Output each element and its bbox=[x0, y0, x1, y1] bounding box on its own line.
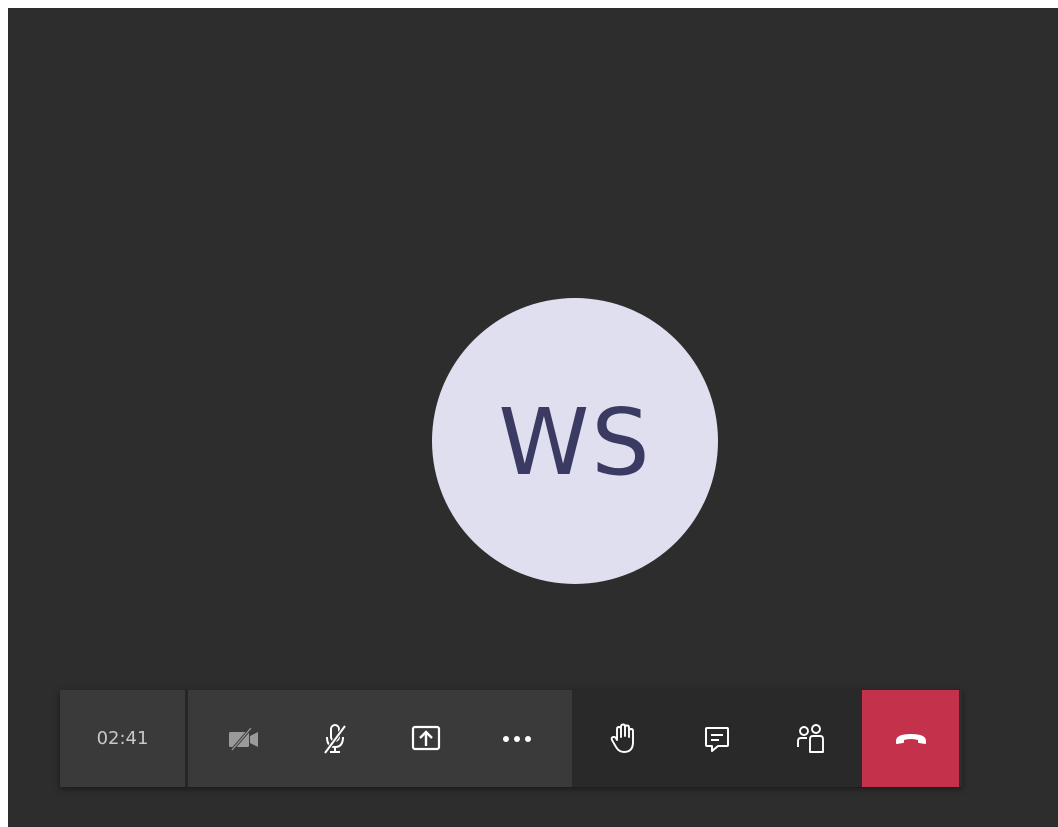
call-stage: WS 02:41 bbox=[8, 8, 1058, 827]
more-options-button[interactable] bbox=[487, 709, 547, 769]
call-timer: 02:41 bbox=[60, 690, 185, 787]
avatar-initials: WS bbox=[498, 389, 652, 496]
chat-button[interactable] bbox=[687, 709, 747, 769]
primary-controls bbox=[188, 690, 572, 787]
secondary-controls bbox=[572, 690, 862, 787]
microphone-toggle-button[interactable] bbox=[305, 709, 365, 769]
call-controls-toolbar: 02:41 bbox=[60, 690, 962, 787]
call-duration: 02:41 bbox=[96, 728, 149, 749]
chat-icon bbox=[705, 726, 729, 752]
hang-up-icon bbox=[895, 733, 926, 744]
participant-avatar: WS bbox=[432, 298, 718, 584]
raise-hand-button[interactable] bbox=[593, 709, 653, 769]
share-screen-button[interactable] bbox=[396, 709, 456, 769]
more-options-icon bbox=[502, 735, 531, 742]
participants-icon bbox=[797, 723, 824, 753]
raise-hand-icon bbox=[610, 723, 634, 753]
hang-up-button[interactable] bbox=[862, 690, 959, 787]
camera-off-icon bbox=[228, 726, 258, 751]
microphone-off-icon bbox=[322, 723, 347, 754]
share-screen-icon bbox=[411, 725, 440, 750]
camera-toggle-button[interactable] bbox=[214, 709, 274, 769]
participants-button[interactable] bbox=[781, 709, 841, 769]
